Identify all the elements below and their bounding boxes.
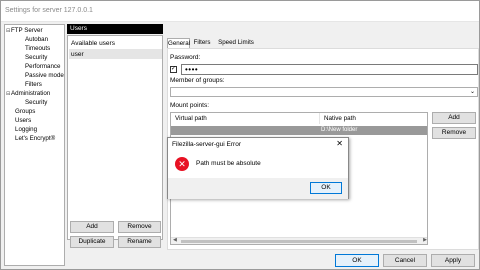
error-icon: ✕ [175,157,189,171]
settings-window: Settings for server 127.0.0.1 ⊟FTP Serve… [0,0,480,270]
close-icon[interactable]: ✕ [336,139,343,148]
window-title: Settings for server 127.0.0.1 [5,7,93,14]
password-checkbox[interactable]: ✓ [170,66,177,73]
tree-item-timeouts[interactable]: Timeouts [25,45,50,53]
ok-button[interactable]: OK [335,254,379,267]
dialog-title: Filezilla-server-gui Error [172,141,241,148]
scroll-left-icon[interactable]: ◀ [173,237,177,243]
apply-button[interactable]: Apply [431,254,475,267]
column-virtual-path[interactable]: Virtual path [171,113,320,124]
error-dialog: Filezilla-server-gui Error ✕ ✕ Path must… [167,137,349,199]
cancel-button[interactable]: Cancel [383,254,427,267]
tree-item-performance[interactable]: Performance [25,63,60,71]
tree-item-security[interactable]: Security [25,54,47,62]
rename-user-button[interactable]: Rename [118,236,161,248]
scroll-right-icon[interactable]: ▶ [423,237,427,243]
tree-item-filters[interactable]: Filters [25,81,42,89]
table-row[interactable]: D:\New folder [171,126,427,135]
tree-item-admin-security[interactable]: Security [25,99,47,107]
list-item-user[interactable]: user [71,51,84,58]
horizontal-scrollbar[interactable]: ◀ ▶ [171,237,427,244]
native-path-cell: D:\New folder [321,127,358,133]
dialog-message: Path must be absolute [196,160,261,167]
column-native-path[interactable]: Native path [320,113,427,124]
tree-item-administration[interactable]: ⊟Administration [6,90,50,98]
user-list[interactable]: Available users user [67,35,163,240]
settings-tree[interactable]: ⊟FTP Server Autoban Timeouts Security Pe… [4,24,65,266]
list-item-available-users: Available users [71,40,115,47]
tree-item-lets-encrypt[interactable]: Let's Encrypt® [15,135,55,143]
scrollbar-thumb[interactable] [181,240,417,243]
duplicate-user-button[interactable]: Duplicate [70,236,114,248]
tree-item-autoban[interactable]: Autoban [25,36,48,44]
users-panel: Users Available users user Add Remove Du… [67,24,163,268]
remove-user-button[interactable]: Remove [118,221,161,233]
tree-item-ftp-server[interactable]: ⊟FTP Server [6,27,43,35]
mount-points-label: Mount points: [170,102,210,109]
title-bar: Settings for server 127.0.0.1 [1,1,479,22]
users-header: Users [67,24,163,34]
groups-dropdown[interactable]: ⌄ [170,87,478,97]
member-of-groups-label: Member of groups: [170,77,225,84]
dialog-ok-button[interactable]: OK [310,182,342,194]
password-label: Password: [170,54,201,61]
remove-mount-button[interactable]: Remove [432,127,476,139]
chevron-down-icon: ⌄ [469,89,475,95]
password-input[interactable]: •••• [181,64,478,75]
tree-item-groups[interactable]: Groups [15,108,35,116]
dialog-footer: OK [168,178,348,199]
add-user-button[interactable]: Add [70,221,114,233]
dialog-body: ✕ Path must be absolute [168,152,348,178]
tree-item-logging[interactable]: Logging [15,126,37,134]
tree-item-passive-mode[interactable]: Passive mode [25,72,64,80]
add-mount-button[interactable]: Add [432,112,476,124]
tree-item-users[interactable]: Users [15,117,31,125]
